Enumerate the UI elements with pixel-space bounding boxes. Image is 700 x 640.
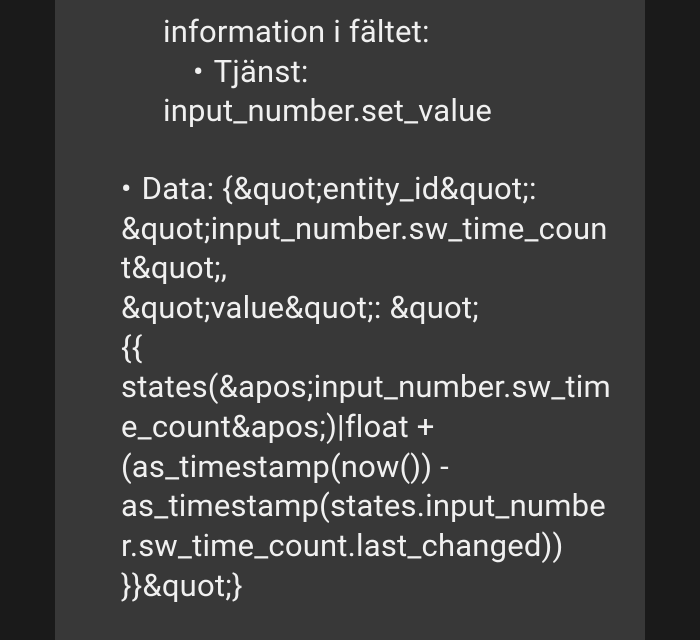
data-block: • Data: {&quot;entity_id&quot;: &quot;in…	[85, 169, 615, 605]
intro-text: information i fältet:	[163, 13, 430, 50]
data-line-3: &quot;value&quot;: &quot;	[121, 288, 615, 328]
service-bullet-row: • Tjänst:	[85, 52, 615, 92]
service-label: Tjänst:	[214, 52, 309, 92]
data-line-2: &quot;input_number.sw_time_count&quot;,	[121, 209, 615, 288]
service-value: input_number.set_value	[163, 92, 492, 129]
data-bullet-row: • Data: {&quot;entity_id&quot;:	[121, 169, 615, 209]
spacer	[85, 131, 615, 169]
service-value-row: input_number.set_value	[85, 91, 615, 131]
data-line-1: Data: {&quot;entity_id&quot;:	[142, 169, 537, 209]
data-line-4: {{ states(&apos;input_number.sw_time_cou…	[121, 328, 615, 606]
content-panel: information i fältet: • Tjänst: input_nu…	[55, 0, 645, 640]
intro-line: information i fältet:	[85, 12, 615, 52]
bullet-icon: •	[193, 52, 204, 92]
bullet-icon: •	[121, 169, 132, 209]
